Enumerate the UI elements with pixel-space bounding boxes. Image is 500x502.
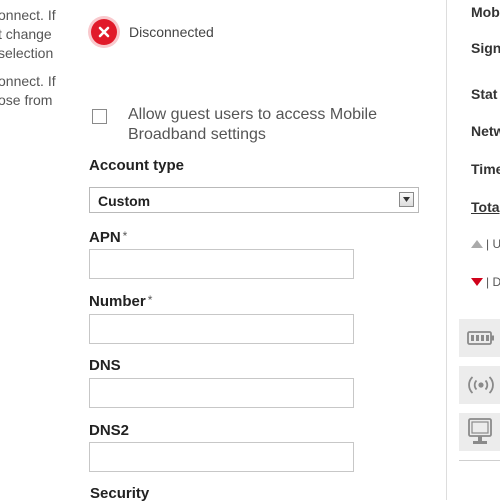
download-arrow-icon — [471, 278, 483, 286]
guest-access-checkbox[interactable] — [92, 109, 107, 124]
number-label: Number * — [89, 293, 152, 310]
upload-arrow-icon — [471, 240, 483, 248]
panel-divider — [446, 0, 447, 500]
time-label: Time — [471, 161, 500, 177]
apn-input[interactable] — [89, 249, 354, 279]
guest-access-row[interactable]: Allow guest users to access Mobile Broad… — [92, 105, 388, 145]
disconnected-icon — [91, 19, 117, 45]
account-type-select[interactable]: Custom — [89, 187, 419, 213]
upload-label: | U — [486, 237, 500, 251]
apn-label-text: APN — [89, 229, 121, 246]
upload-stat: | U — [471, 237, 500, 251]
dns2-label-text: DNS2 — [89, 422, 130, 439]
monitor-icon — [468, 418, 492, 444]
status-side-panel: Mobi Sign Stat Netw Time Tota | U | D — [459, 0, 500, 500]
connection-status: Disconnected — [91, 18, 214, 46]
download-stat: | D — [471, 275, 500, 289]
required-marker: * — [122, 229, 128, 243]
account-type-label: Account type — [89, 157, 185, 174]
dns-label: DNS — [89, 357, 121, 374]
guest-access-label: Allow guest users to access Mobile Broad… — [128, 106, 377, 143]
required-marker: * — [147, 293, 153, 307]
download-label: | D — [486, 275, 500, 289]
network-label: Netw — [471, 123, 500, 139]
connection-settings-form: Disconnected Allow guest users to access… — [89, 0, 429, 502]
number-input[interactable] — [89, 314, 354, 344]
mobile-label: Mobi — [471, 4, 500, 20]
account-type-value: Custom — [98, 193, 151, 209]
status-label: Disconnected — [129, 24, 214, 40]
security-label: Security — [90, 485, 150, 502]
left-text-line: selection — [0, 45, 54, 61]
left-text-line: ose from — [0, 92, 53, 108]
battery-tab[interactable] — [459, 319, 500, 357]
signal-label: Sign — [471, 40, 500, 56]
chevron-down-icon[interactable] — [399, 192, 414, 207]
left-description-text: onnect. If t change selection onnect. If… — [0, 0, 70, 500]
status-label: Stat — [471, 86, 498, 102]
wireless-signal-icon — [468, 376, 494, 394]
left-text-line: t change — [0, 26, 52, 42]
device-tab[interactable] — [459, 413, 500, 451]
dns-input[interactable] — [89, 378, 354, 408]
dns2-input[interactable] — [89, 442, 354, 472]
battery-icon — [467, 331, 494, 345]
number-label-text: Number — [89, 293, 146, 310]
wireless-tab[interactable] — [459, 366, 500, 404]
dns-label-text: DNS — [89, 357, 121, 374]
apn-label: APN * — [89, 229, 127, 246]
dns2-label: DNS2 — [89, 422, 129, 439]
total-label: Tota — [471, 199, 500, 215]
panel-bottom-divider — [459, 460, 500, 461]
left-text-line: onnect. If — [0, 7, 56, 23]
left-text-line: onnect. If — [0, 73, 56, 89]
